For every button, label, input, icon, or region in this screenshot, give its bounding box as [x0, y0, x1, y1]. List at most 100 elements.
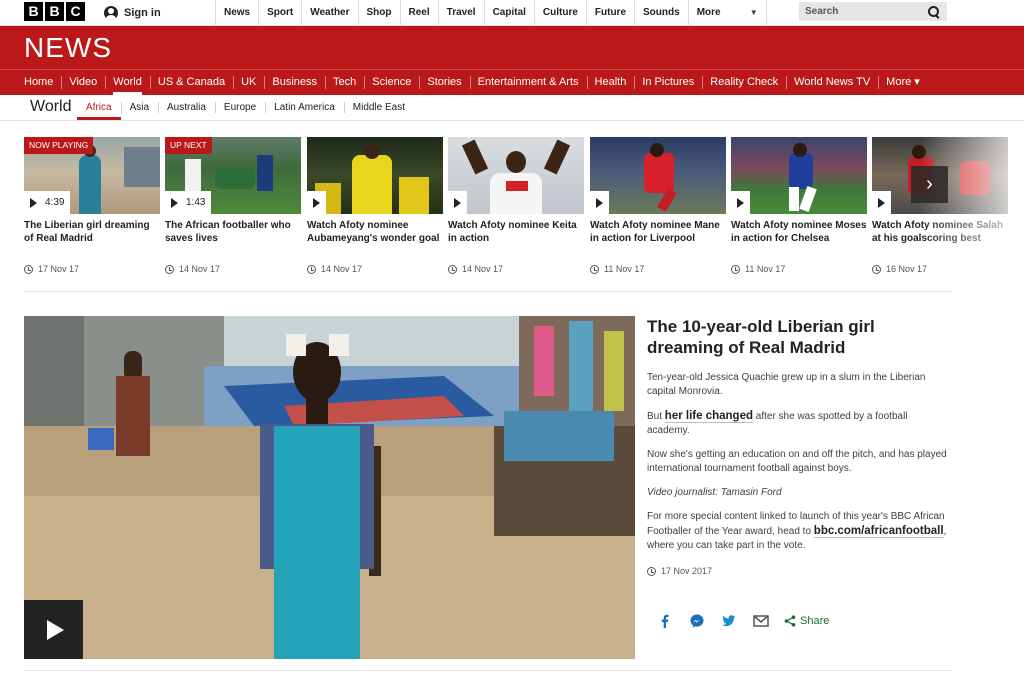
video-thumbnail[interactable]: UP NEXT 1:43 [165, 137, 301, 214]
card-date: 14 Nov 17 [307, 264, 362, 274]
divider [24, 670, 952, 671]
nav-in-pictures[interactable]: In Pictures [634, 70, 702, 95]
carousel-card[interactable]: Watch Afoty nominee Mane in action for L… [590, 137, 726, 282]
play-duration: 1:43 [165, 191, 212, 214]
email-icon[interactable] [752, 612, 770, 630]
nav-reality-check[interactable]: Reality Check [702, 70, 786, 95]
carousel-card[interactable]: UP NEXT 1:43 The African footballer who … [165, 137, 301, 282]
card-title[interactable]: Watch Afoty nominee Aubameyang's wonder … [307, 219, 443, 245]
card-date: 17 Nov 17 [24, 264, 79, 274]
clock-icon [647, 566, 656, 576]
video-thumbnail[interactable] [448, 137, 584, 214]
nav-tech[interactable]: Tech [325, 70, 364, 95]
top-nav-culture[interactable]: Culture [535, 0, 587, 25]
bbc-logo-letter: B [24, 2, 43, 21]
nav-entertainment-arts[interactable]: Entertainment & Arts [469, 70, 587, 95]
sign-in-link[interactable]: Sign in [104, 4, 161, 22]
card-title[interactable]: The Liberian girl dreaming of Real Madri… [24, 219, 160, 245]
nav-home[interactable]: Home [16, 70, 61, 95]
play-button [307, 191, 326, 214]
subnav-latin-america[interactable]: Latin America [265, 95, 344, 120]
play-icon [878, 197, 885, 208]
top-nav-weather[interactable]: Weather [302, 0, 359, 25]
nav-uk[interactable]: UK [233, 70, 264, 95]
top-nav-future[interactable]: Future [587, 0, 636, 25]
top-nav-more[interactable]: More ▼ [689, 0, 767, 25]
clock-icon [872, 264, 881, 274]
card-title[interactable]: Watch Afoty nominee Moses in action for … [731, 219, 867, 245]
search-input[interactable] [805, 6, 915, 17]
carousel-next-button[interactable]: › [911, 166, 948, 203]
nav-health[interactable]: Health [586, 70, 635, 95]
clock-icon [731, 264, 740, 274]
top-nav-sounds[interactable]: Sounds [635, 0, 689, 25]
story-date-text: 17 Nov 2017 [661, 566, 713, 576]
nav-us-canada[interactable]: US & Canada [149, 70, 233, 95]
top-nav-sport[interactable]: Sport [259, 0, 303, 25]
subnav-asia[interactable]: Asia [120, 95, 158, 120]
bbc-logo-letter: B [45, 2, 64, 21]
africanfootball-link[interactable]: bbc.com/africanfootball [813, 525, 944, 538]
card-title[interactable]: Watch Afoty nominee Keita in action [448, 219, 584, 245]
news-nav: Home Video World US & Canada UK Business… [0, 69, 1024, 95]
nav-business[interactable]: Business [264, 70, 325, 95]
subnav-africa[interactable]: Africa [77, 95, 121, 120]
video-thumbnail[interactable] [590, 137, 726, 214]
video-thumbnail[interactable]: NOW PLAYING 4:39 [24, 137, 160, 214]
bbc-logo[interactable]: B B C [24, 2, 85, 21]
carousel-card[interactable]: Watch Afoty nominee Aubameyang's wonder … [307, 137, 443, 282]
card-date-text: 17 Nov 17 [38, 264, 80, 274]
facebook-icon[interactable] [656, 612, 674, 630]
carousel-card[interactable]: Watch Afoty nominee Keita in action 14 N… [448, 137, 584, 282]
top-nav-news[interactable]: News [216, 0, 260, 25]
search-icon[interactable] [927, 5, 941, 19]
play-button[interactable] [24, 600, 83, 659]
news-banner: NEWS [0, 26, 1024, 69]
featured-video-player[interactable] [24, 316, 635, 659]
nav-world[interactable]: World [105, 70, 150, 95]
subnav-australia[interactable]: Australia [158, 95, 215, 120]
play-icon [454, 197, 461, 208]
carousel-fade [920, 137, 1024, 282]
top-nav-reel[interactable]: Reel [401, 0, 439, 25]
card-date: 14 Nov 17 [448, 264, 503, 274]
chevron-right-icon: › [926, 173, 933, 195]
subnav-middle-east[interactable]: Middle East [343, 95, 414, 120]
share-button[interactable]: Share [784, 615, 829, 627]
play-button [590, 191, 609, 214]
messenger-icon[interactable] [688, 612, 706, 630]
story-paragraph: Now she's getting an education on and of… [647, 449, 947, 474]
nav-science[interactable]: Science [364, 70, 419, 95]
nav-video[interactable]: Video [61, 70, 105, 95]
clock-icon [590, 264, 599, 274]
nav-stories[interactable]: Stories [419, 70, 469, 95]
story-paragraph: For more special content linked to launc… [647, 510, 947, 553]
play-button [448, 191, 467, 214]
card-date: 14 Nov 17 [165, 264, 220, 274]
top-nav-capital[interactable]: Capital [485, 0, 535, 25]
subnav-europe[interactable]: Europe [214, 95, 265, 120]
clock-icon [165, 264, 174, 274]
clock-icon [307, 264, 316, 274]
her-life-changed-link[interactable]: her life changed [664, 410, 753, 423]
carousel-card[interactable]: NOW PLAYING 4:39 The Liberian girl dream… [24, 137, 160, 282]
top-nav-travel[interactable]: Travel [439, 0, 485, 25]
twitter-icon[interactable] [720, 612, 738, 630]
bbc-logo-letter: C [66, 2, 85, 21]
nav-more[interactable]: More ▾ [878, 70, 928, 95]
story-headline: The 10-year-old Liberian girl dreaming o… [647, 317, 875, 357]
video-carousel: NOW PLAYING 4:39 The Liberian girl dream… [24, 137, 1010, 282]
card-date: 16 Nov 17 [872, 264, 927, 274]
share-label: Share [800, 615, 830, 627]
card-date: 11 Nov 17 [590, 264, 644, 274]
video-credit: Video journalist: Tamasin Ford [647, 487, 782, 498]
video-thumbnail[interactable] [731, 137, 867, 214]
nav-world-news-tv[interactable]: World News TV [786, 70, 878, 95]
carousel-card[interactable]: Watch Afoty nominee Moses in action for … [731, 137, 867, 282]
card-title[interactable]: The African footballer who saves lives [165, 219, 301, 245]
top-nav-shop[interactable]: Shop [359, 0, 401, 25]
video-thumbnail[interactable] [307, 137, 443, 214]
news-logo[interactable]: NEWS [24, 32, 112, 64]
card-title[interactable]: Watch Afoty nominee Mane in action for L… [590, 219, 726, 245]
user-icon [104, 6, 118, 20]
